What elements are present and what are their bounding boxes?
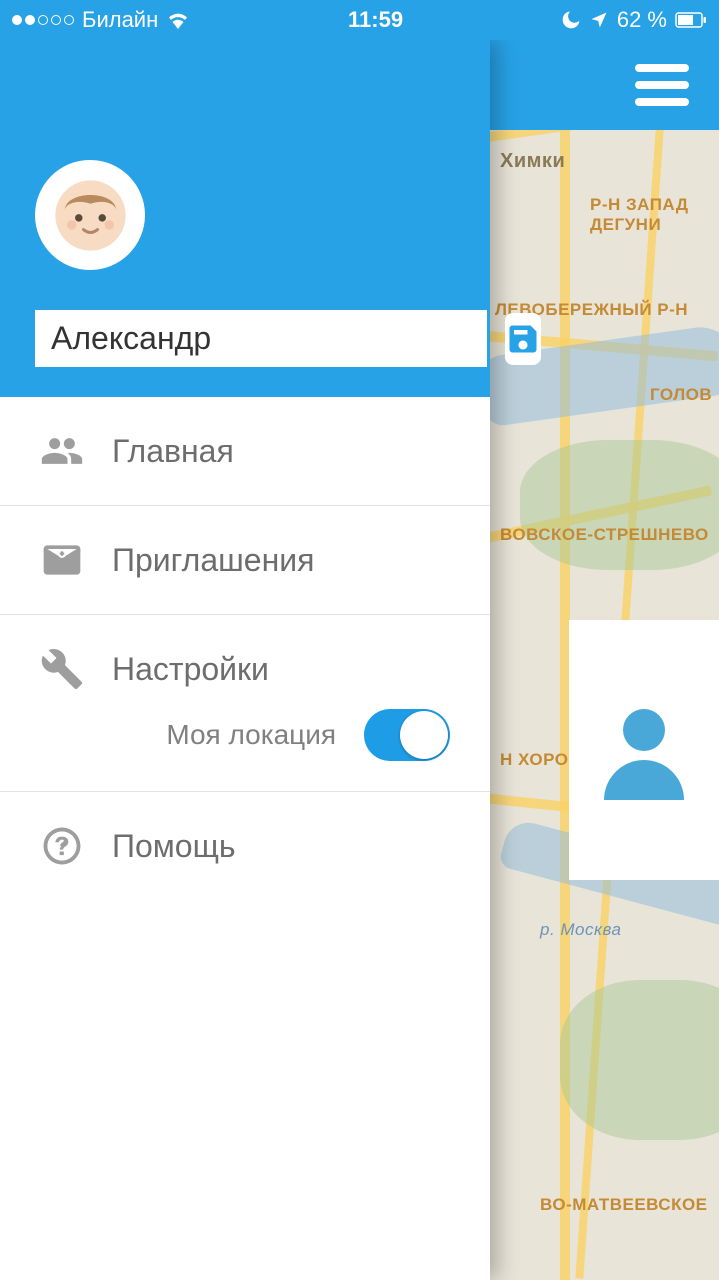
location-toggle[interactable] xyxy=(364,709,450,761)
menu-sub-location: Моя локация xyxy=(0,709,490,791)
map-label-golov: ГОЛОВ xyxy=(650,385,712,405)
toggle-knob xyxy=(400,711,448,759)
battery-icon xyxy=(675,12,707,28)
status-bar-time: 11:59 xyxy=(190,7,561,33)
location-arrow-icon xyxy=(589,10,609,30)
signal-dots-icon xyxy=(12,15,74,25)
status-bar: Билайн 11:59 62 % xyxy=(0,0,719,40)
map-green xyxy=(560,980,719,1140)
name-row xyxy=(35,310,455,367)
wifi-icon xyxy=(166,11,190,29)
help-icon: ? xyxy=(40,824,84,868)
moon-icon xyxy=(561,10,581,30)
side-drawer: Главная Приглашения Настройки Моя локаци… xyxy=(0,40,490,1280)
menu-label-help: Помощь xyxy=(112,828,236,865)
save-button[interactable] xyxy=(505,313,541,365)
status-bar-left: Билайн xyxy=(12,7,190,33)
menu-label-home: Главная xyxy=(112,433,234,470)
map-user-card[interactable] xyxy=(569,620,719,880)
status-bar-right: 62 % xyxy=(561,7,707,33)
map-label-moskva-river: р. Москва xyxy=(540,920,622,940)
map-label-pokrov-stresh: ВОВСКОЕ-СТРЕШНЕВО xyxy=(500,525,709,545)
avatar[interactable] xyxy=(35,160,145,270)
menu-label-settings: Настройки xyxy=(112,651,269,688)
carrier-label: Билайн xyxy=(82,7,158,33)
menu-item-help[interactable]: ? Помощь xyxy=(0,791,490,900)
menu-item-settings[interactable]: Настройки xyxy=(0,614,490,709)
menu-item-invitations[interactable]: Приглашения xyxy=(0,505,490,614)
hamburger-menu-icon[interactable] xyxy=(635,64,689,106)
wrench-icon xyxy=(40,647,84,691)
drawer-menu: Главная Приглашения Настройки Моя локаци… xyxy=(0,397,490,900)
drawer-header xyxy=(0,40,490,397)
location-toggle-label: Моя локация xyxy=(52,719,346,751)
map-green xyxy=(520,440,719,570)
map-label-khimki: Химки xyxy=(500,150,565,173)
avatar-face-icon xyxy=(53,178,128,253)
menu-label-invitations: Приглашения xyxy=(112,542,314,579)
save-icon xyxy=(505,321,541,357)
user-icon xyxy=(584,690,704,810)
invitation-icon xyxy=(40,538,84,582)
map-label-west-degun: Р-Н ЗАПАД ДЕГУНИ xyxy=(590,195,688,235)
map-label-matveevskoe: ВО-МАТВЕЕВСКОЕ xyxy=(540,1195,708,1215)
svg-text:?: ? xyxy=(54,833,70,861)
battery-text: 62 % xyxy=(617,7,667,33)
people-icon xyxy=(40,429,84,473)
name-input[interactable] xyxy=(35,310,487,367)
menu-item-home[interactable]: Главная xyxy=(0,397,490,505)
